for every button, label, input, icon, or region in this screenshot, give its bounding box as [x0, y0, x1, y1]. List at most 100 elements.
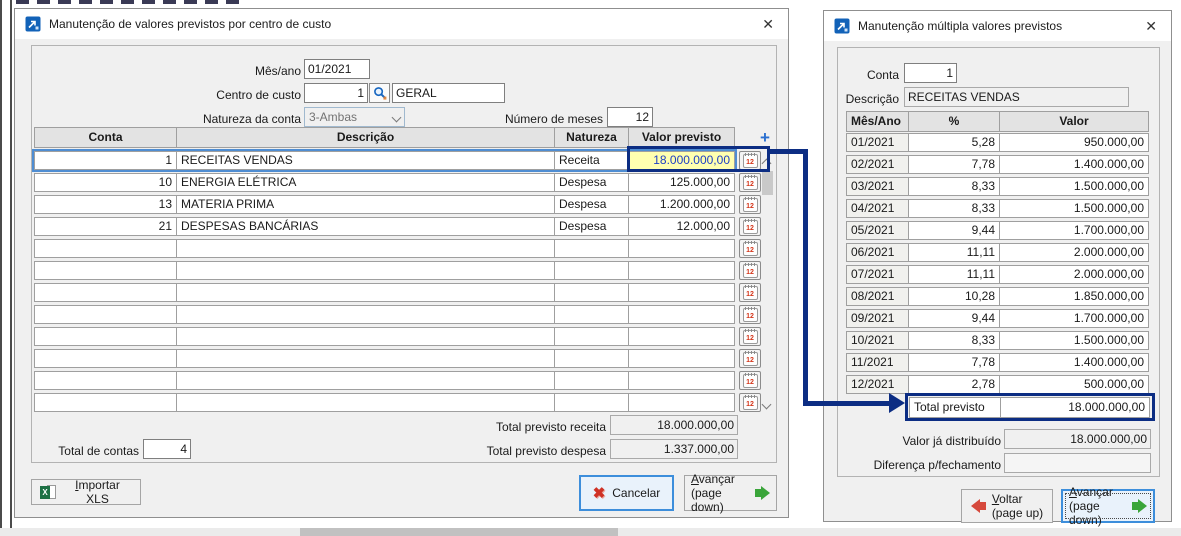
- cell-percent[interactable]: 11,11: [908, 243, 1000, 262]
- cell-conta[interactable]: 21: [34, 217, 177, 236]
- cell-valor-previsto[interactable]: [628, 283, 735, 302]
- cell-conta[interactable]: 1: [34, 151, 177, 170]
- left-table-row[interactable]: 12: [34, 283, 761, 302]
- avancar-button-right[interactable]: Avançar (page down): [1061, 485, 1155, 527]
- left-table-row[interactable]: 12: [34, 327, 761, 346]
- cell-valor-previsto[interactable]: [628, 371, 735, 390]
- conta-field[interactable]: 1: [904, 63, 957, 83]
- scroll-up-icon[interactable]: [761, 156, 772, 170]
- horizontal-scrollbar-thumb[interactable]: [300, 528, 618, 536]
- cell-descricao[interactable]: [176, 261, 555, 280]
- numero-meses-field[interactable]: 12: [607, 107, 653, 127]
- cell-descricao[interactable]: [176, 371, 555, 390]
- calendar-button[interactable]: 12: [739, 195, 761, 214]
- calendar-button[interactable]: 12: [739, 261, 761, 280]
- voltar-button[interactable]: Voltar (page up): [961, 489, 1053, 523]
- cell-descricao[interactable]: MATERIA PRIMA: [176, 195, 555, 214]
- right-table-row[interactable]: 11/2021 7,78 1.400.000,00: [846, 353, 1149, 372]
- left-table-row[interactable]: 12: [34, 349, 761, 368]
- vertical-scrollbar-thumb[interactable]: [762, 171, 773, 195]
- cell-valor-previsto[interactable]: 18.000.000,00: [628, 151, 735, 170]
- right-table-row[interactable]: 03/2021 8,33 1.500.000,00: [846, 177, 1149, 196]
- calendar-button[interactable]: 12: [739, 283, 761, 302]
- cell-natureza[interactable]: [554, 239, 629, 258]
- cell-valor[interactable]: 500.000,00: [999, 375, 1149, 394]
- cell-valor[interactable]: 1.700.000,00: [999, 221, 1149, 240]
- add-row-icon[interactable]: +: [760, 129, 770, 147]
- cell-conta[interactable]: [34, 349, 177, 368]
- calendar-button[interactable]: 12: [739, 327, 761, 346]
- cell-percent[interactable]: 7,78: [908, 353, 1000, 372]
- cell-percent[interactable]: 8,33: [908, 199, 1000, 218]
- cell-conta[interactable]: [34, 239, 177, 258]
- cell-valor[interactable]: 1.500.000,00: [999, 331, 1149, 350]
- cell-natureza[interactable]: [554, 283, 629, 302]
- cell-natureza[interactable]: [554, 261, 629, 280]
- close-icon[interactable]: ✕: [756, 9, 780, 39]
- cell-valor-previsto[interactable]: 12.000,00: [628, 217, 735, 236]
- cell-conta[interactable]: [34, 327, 177, 346]
- cell-percent[interactable]: 8,33: [908, 331, 1000, 350]
- cell-descricao[interactable]: [176, 349, 555, 368]
- cell-descricao[interactable]: RECEITAS VENDAS: [176, 151, 555, 170]
- left-table-row[interactable]: 12: [34, 261, 761, 280]
- cell-natureza[interactable]: [554, 305, 629, 324]
- cell-valor-previsto[interactable]: [628, 327, 735, 346]
- centro-custo-code-field[interactable]: 1: [304, 83, 368, 103]
- cell-valor[interactable]: 2.000.000,00: [999, 265, 1149, 284]
- calendar-button[interactable]: 12: [739, 349, 761, 368]
- cell-valor[interactable]: 1.400.000,00: [999, 155, 1149, 174]
- cell-percent[interactable]: 2,78: [908, 375, 1000, 394]
- calendar-button[interactable]: 12: [739, 371, 761, 390]
- cell-descricao[interactable]: [176, 305, 555, 324]
- calendar-button[interactable]: 12: [739, 217, 761, 236]
- cell-descricao[interactable]: DESPESAS BANCÁRIAS: [176, 217, 555, 236]
- cell-percent[interactable]: 7,78: [908, 155, 1000, 174]
- cell-valor-previsto[interactable]: [628, 261, 735, 280]
- mes-ano-field[interactable]: 01/2021: [304, 59, 370, 79]
- right-table-row[interactable]: 06/2021 11,11 2.000.000,00: [846, 243, 1149, 262]
- cell-descricao[interactable]: [176, 239, 555, 258]
- cell-natureza[interactable]: Despesa: [554, 217, 629, 236]
- left-table-row[interactable]: 12: [34, 305, 761, 324]
- cell-descricao[interactable]: [176, 283, 555, 302]
- cell-valor[interactable]: 2.000.000,00: [999, 243, 1149, 262]
- cell-natureza[interactable]: [554, 393, 629, 412]
- cell-valor[interactable]: 1.500.000,00: [999, 199, 1149, 218]
- cell-natureza[interactable]: [554, 349, 629, 368]
- cell-percent[interactable]: 8,33: [908, 177, 1000, 196]
- cell-percent[interactable]: 10,28: [908, 287, 1000, 306]
- cell-valor[interactable]: 1.700.000,00: [999, 309, 1149, 328]
- avancar-button-left[interactable]: Avançar (page down): [684, 472, 777, 514]
- left-table-row[interactable]: 10 ENERGIA ELÉTRICA Despesa 125.000,00 12: [34, 173, 761, 192]
- cell-descricao[interactable]: ENERGIA ELÉTRICA: [176, 173, 555, 192]
- cell-valor-previsto[interactable]: 1.200.000,00: [628, 195, 735, 214]
- calendar-button[interactable]: 12: [739, 305, 761, 324]
- left-table-row[interactable]: 21 DESPESAS BANCÁRIAS Despesa 12.000,00 12: [34, 217, 761, 236]
- right-table-row[interactable]: 05/2021 9,44 1.700.000,00: [846, 221, 1149, 240]
- left-table-row[interactable]: 12: [34, 393, 761, 412]
- right-table-row[interactable]: 10/2021 8,33 1.500.000,00: [846, 331, 1149, 350]
- cell-natureza[interactable]: [554, 327, 629, 346]
- cell-conta[interactable]: [34, 371, 177, 390]
- cell-conta[interactable]: [34, 305, 177, 324]
- cell-valor-previsto[interactable]: [628, 349, 735, 368]
- left-table-row[interactable]: 1 RECEITAS VENDAS Receita 18.000.000,00 12: [32, 149, 761, 172]
- centro-custo-lookup-button[interactable]: [369, 83, 390, 103]
- right-table-row[interactable]: 02/2021 7,78 1.400.000,00: [846, 155, 1149, 174]
- calendar-button[interactable]: 12: [739, 239, 761, 258]
- cell-percent[interactable]: 5,28: [908, 133, 1000, 152]
- cell-valor-previsto[interactable]: [628, 239, 735, 258]
- left-table-row[interactable]: 12: [34, 371, 761, 390]
- cell-percent[interactable]: 9,44: [908, 309, 1000, 328]
- calendar-button[interactable]: 12: [739, 151, 761, 170]
- right-table-row[interactable]: 01/2021 5,28 950.000,00: [846, 133, 1149, 152]
- right-table-row[interactable]: 09/2021 9,44 1.700.000,00: [846, 309, 1149, 328]
- calendar-button[interactable]: 12: [739, 173, 761, 192]
- cell-natureza[interactable]: [554, 371, 629, 390]
- cell-natureza[interactable]: Despesa: [554, 195, 629, 214]
- cell-conta[interactable]: 10: [34, 173, 177, 192]
- scroll-down-icon[interactable]: [761, 397, 772, 411]
- cancelar-button[interactable]: ✖ Cancelar: [579, 475, 674, 511]
- right-table-row[interactable]: 04/2021 8,33 1.500.000,00: [846, 199, 1149, 218]
